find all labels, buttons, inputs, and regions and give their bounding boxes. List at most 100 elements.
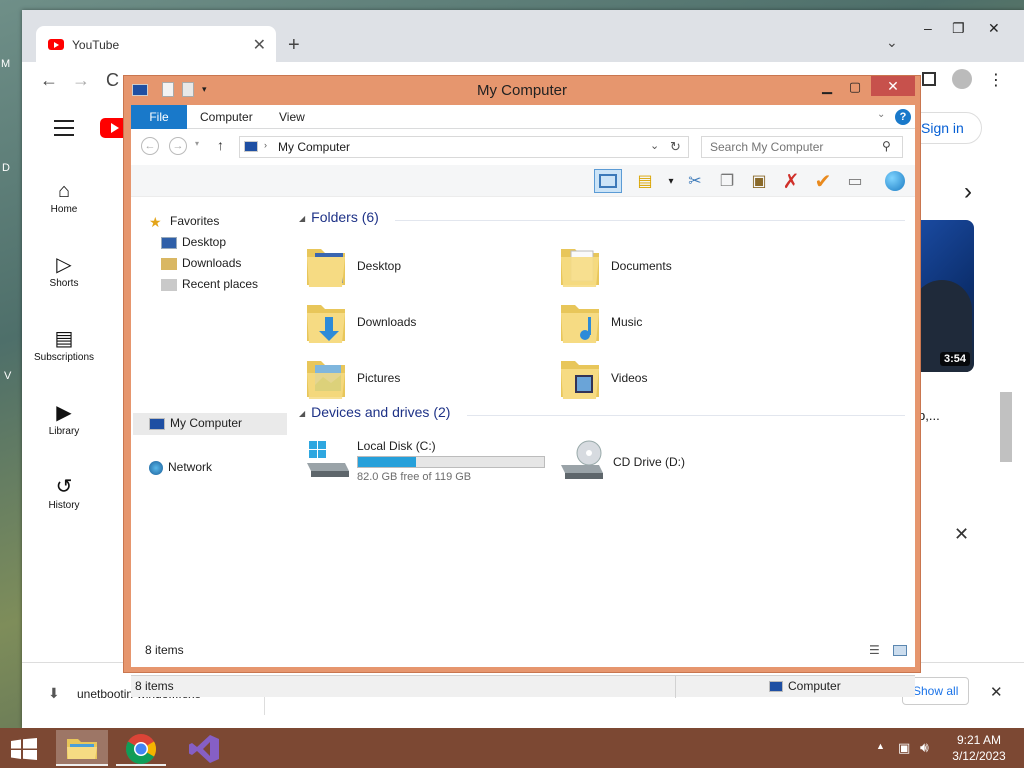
large-icons-view-icon[interactable] [893, 645, 907, 656]
close-download-bar-button[interactable]: ✕ [990, 683, 1003, 701]
ribbon-expand-chevron-icon[interactable]: ⌄ [877, 109, 885, 120]
nav-downloads[interactable]: Downloads [161, 253, 241, 273]
new-tab-button[interactable]: + [288, 34, 300, 57]
tab-view[interactable]: View [279, 110, 305, 124]
nav-network[interactable]: Network [149, 457, 212, 477]
folder-videos[interactable]: Videos [559, 353, 799, 405]
tab-file[interactable]: File [131, 105, 187, 129]
volume-icon[interactable]: 🔊︎ [920, 739, 929, 756]
browser-menu-icon[interactable]: ⋮ [988, 70, 1004, 90]
details-view-icon[interactable]: ☰ [869, 643, 880, 657]
address-row: ← → ▾ ↑ › My Computer ⌄ ↻ ⚲ [131, 129, 915, 165]
nav-recent-places[interactable]: Recent places [161, 274, 258, 294]
refresh-icon[interactable]: ↻ [670, 139, 681, 155]
explorer-maximize-button[interactable]: ▢ [842, 79, 868, 97]
collapse-arrow-icon: ◢ [299, 408, 306, 418]
rename-icon[interactable]: ▭ [841, 169, 869, 193]
group-header-folders[interactable]: ◢ Folders (6) [299, 209, 379, 225]
breadcrumb-chevron-icon[interactable]: › [264, 140, 267, 150]
tab-close-button[interactable]: ✕ [253, 35, 266, 55]
sidebar-item-home[interactable]: ⌂ Home [28, 178, 100, 215]
explorer-titlebar[interactable]: ▾ My Computer ▁ ▢ ✕ [124, 76, 920, 104]
reload-button[interactable]: C [106, 70, 119, 91]
sidebar-item-shorts[interactable]: ▷ Shorts [28, 252, 100, 289]
drive-d[interactable]: CD Drive (D:) [559, 437, 759, 487]
address-dropdown-icon[interactable]: ⌄ [650, 139, 659, 152]
taskbar: ▲ ▣ 🔊︎ 9:21 AM 3/12/2023 [0, 728, 1024, 768]
explorer-close-button[interactable]: ✕ [871, 76, 915, 96]
address-bar[interactable]: › My Computer ⌄ ↻ [239, 136, 689, 158]
folder-music[interactable]: Music [559, 297, 799, 349]
network-tray-icon[interactable]: ▣ [898, 740, 910, 756]
drive-usage-fill [358, 457, 416, 467]
window-title: My Computer [476, 82, 568, 99]
browser-restore-button[interactable]: ❐ [952, 20, 965, 37]
group-header-devices[interactable]: ◢ Devices and drives (2) [299, 404, 450, 420]
downloads-folder-icon [307, 305, 345, 343]
start-button[interactable] [0, 730, 48, 766]
library-icon: ▶ [56, 402, 72, 424]
forward-button[interactable]: → [72, 70, 90, 91]
drive-name: CD Drive (D:) [613, 455, 685, 469]
up-arrow-icon[interactable]: ↑ [217, 137, 224, 153]
forward-arrow-icon[interactable]: → [169, 137, 187, 155]
tab-search-button[interactable]: ⌄ [886, 34, 898, 51]
search-input[interactable] [708, 139, 868, 155]
downloads-small-icon [161, 257, 177, 270]
folder-name: Videos [611, 371, 648, 385]
delete-icon[interactable]: ✗ [777, 169, 805, 193]
network-globe-button[interactable] [881, 169, 909, 193]
folder-name: Pictures [357, 371, 401, 385]
ribbon-tabs: File Computer View ⌄ ? [131, 105, 915, 129]
profile-avatar-icon[interactable] [952, 69, 972, 89]
dismiss-button[interactable]: ✕ [954, 524, 969, 545]
sidebar-item-subscriptions[interactable]: ▤ Subscriptions [28, 326, 100, 363]
items-count: 8 items [145, 643, 184, 657]
folder-documents[interactable]: Documents [559, 241, 799, 293]
sidebar-item-library[interactable]: ▶ Library [28, 400, 100, 437]
nav-favorites-label: Favorites [170, 214, 220, 228]
drive-c[interactable]: Local Disk (C:) 82.0 GB free of 119 GB [305, 437, 545, 487]
next-chips-arrow-icon[interactable]: › [964, 178, 972, 206]
copy-icon[interactable]: ❐ [713, 169, 741, 193]
taskbar-file-explorer[interactable] [56, 730, 108, 766]
preview-pane-button[interactable] [594, 169, 622, 193]
network-icon [149, 460, 163, 475]
back-button[interactable]: ← [40, 70, 58, 91]
nav-favorites[interactable]: ★ Favorites [149, 211, 219, 231]
folder-name: Downloads [357, 315, 417, 329]
explorer-minimize-button[interactable]: ▁ [814, 79, 840, 97]
group-divider [395, 220, 905, 221]
folder-downloads[interactable]: Downloads [305, 297, 545, 349]
page-scrollbar[interactable] [1000, 392, 1012, 462]
cut-icon[interactable]: ✂ [681, 169, 709, 193]
check-icon[interactable]: ✔ [809, 169, 837, 193]
folder-desktop[interactable]: Desktop [305, 241, 545, 293]
back-arrow-icon[interactable]: ← [141, 137, 159, 155]
search-icon: ⚲ [882, 139, 891, 153]
hamburger-menu-icon[interactable] [54, 120, 74, 141]
tab-computer[interactable]: Computer [200, 110, 253, 124]
taskbar-chrome[interactable] [116, 730, 166, 766]
taskbar-clock[interactable]: 9:21 AM 3/12/2023 [944, 732, 1014, 764]
recent-locations-icon[interactable]: ▾ [195, 139, 199, 148]
browser-close-button[interactable]: ✕ [988, 20, 1000, 37]
nav-downloads-label: Downloads [182, 256, 242, 270]
browser-tab[interactable]: YouTube ✕ [36, 26, 276, 64]
sidebar-item-history[interactable]: ↺ History [28, 474, 100, 511]
nav-my-computer[interactable]: My Computer [133, 413, 287, 435]
nav-desktop-label: Desktop [182, 235, 227, 249]
side-panel-icon[interactable] [922, 72, 936, 86]
help-button[interactable]: ? [895, 109, 911, 125]
search-box[interactable]: ⚲ [701, 136, 903, 158]
nav-desktop[interactable]: Desktop [161, 232, 226, 252]
sidebar-item-label: Subscriptions [33, 352, 95, 363]
properties-button[interactable]: ▤ [631, 169, 659, 193]
folder-pictures[interactable]: Pictures [305, 353, 545, 405]
computer-small-icon [769, 681, 783, 692]
taskbar-visual-studio[interactable] [180, 730, 228, 766]
paste-icon[interactable]: ▣ [745, 169, 773, 193]
video-title-fragment[interactable]: p,... [918, 408, 940, 423]
show-hidden-icons-button[interactable]: ▲ [876, 741, 885, 751]
browser-minimize-button[interactable]: – [924, 20, 932, 36]
